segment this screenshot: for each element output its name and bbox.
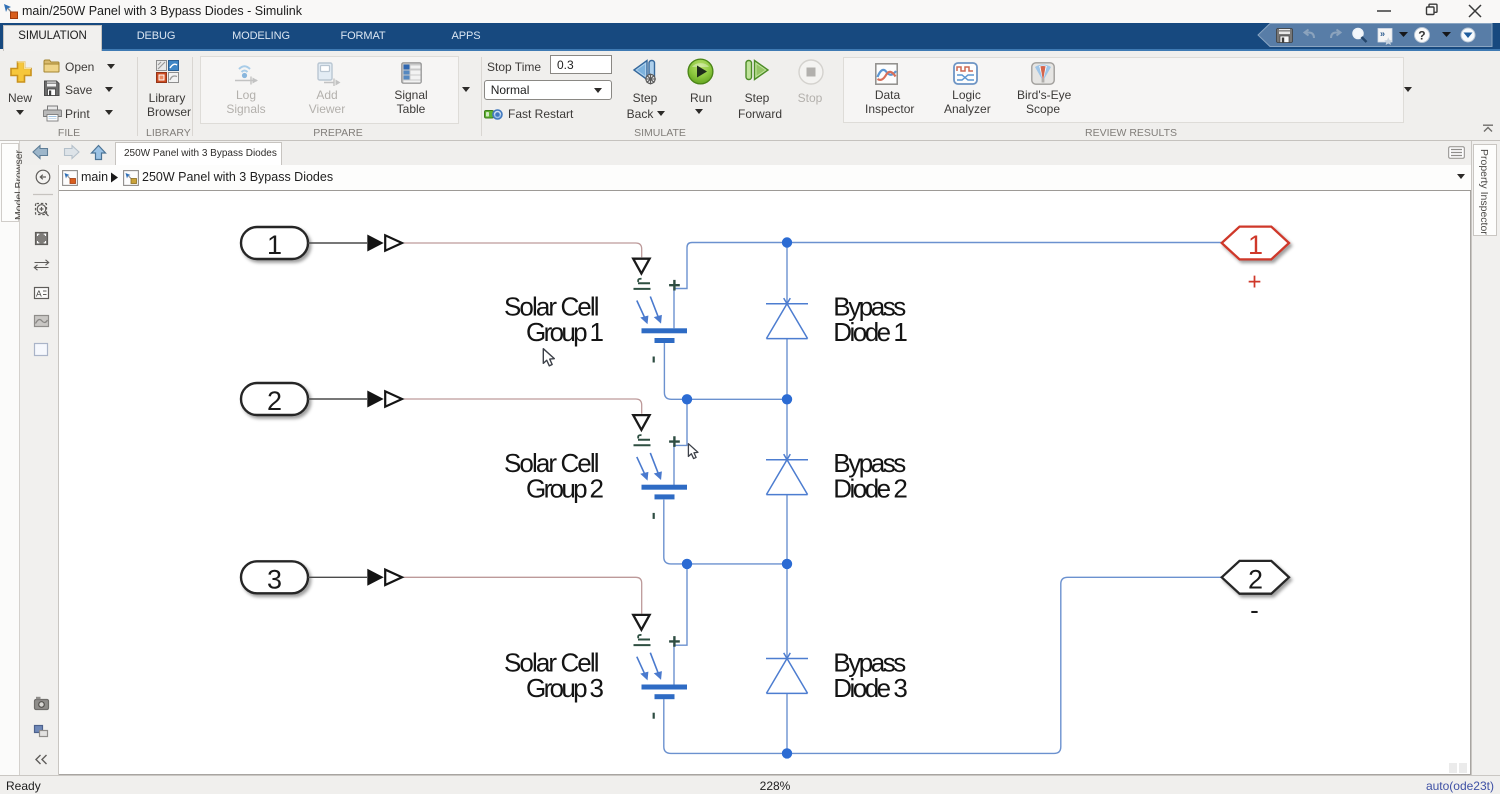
- svg-text:2: 2: [1248, 564, 1263, 594]
- svg-text:?: ?: [1418, 29, 1425, 43]
- svg-text:A: A: [36, 289, 42, 299]
- svg-text:»: »: [1380, 29, 1385, 39]
- svg-text:-: -: [1250, 595, 1259, 625]
- svg-text:1: 1: [267, 230, 282, 260]
- svg-text:Group 1: Group 1: [526, 317, 604, 347]
- svg-text:Group 3: Group 3: [526, 673, 604, 703]
- svg-text:2: 2: [267, 386, 282, 416]
- svg-text:1: 1: [1248, 230, 1263, 260]
- svg-text:Diode 1: Diode 1: [833, 317, 908, 347]
- svg-text:Diode 2: Diode 2: [833, 473, 908, 503]
- svg-text:Diode 3: Diode 3: [833, 673, 908, 703]
- svg-text:Group 2: Group 2: [526, 473, 604, 503]
- svg-text:3: 3: [267, 564, 282, 594]
- svg-text:+: +: [1247, 269, 1261, 296]
